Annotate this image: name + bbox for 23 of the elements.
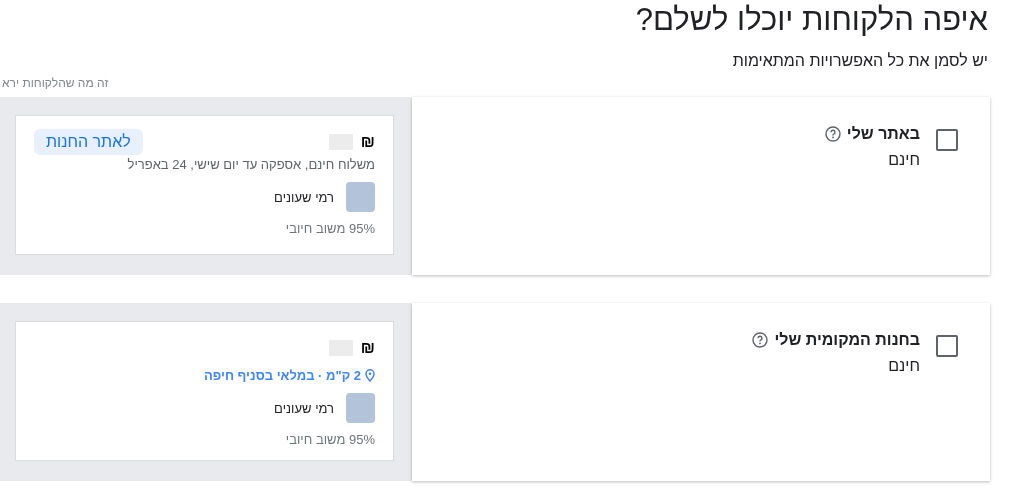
seller-rating: 95% משוב חיובי	[284, 432, 375, 447]
help-icon[interactable]	[752, 332, 769, 348]
seller-logo	[346, 393, 375, 423]
currency-symbol: ₪	[360, 339, 375, 357]
seller-name: רמי שעונים	[274, 400, 334, 416]
seller-logo	[346, 182, 375, 212]
preview-caption: זה מה שהלקוחות ירא	[2, 76, 109, 92]
help-icon[interactable]	[824, 126, 841, 142]
checkbox[interactable]	[936, 335, 958, 357]
currency-symbol: ₪	[360, 133, 375, 151]
seller-rating: 95% משוב חיובי	[284, 221, 375, 236]
store-location-text: 2 ק"מ · במלאי בסניף חיפה	[203, 368, 361, 383]
option-label: בחנות המקומית שלי	[774, 331, 920, 349]
location-pin-icon	[365, 369, 375, 382]
page-title: איפה הלקוחות יוכלו לשלם?	[634, 1, 988, 39]
option-price: חינם	[887, 357, 920, 375]
shipping-text: משלוח חינם, אספקה עד יום שישי, 24 באפריל	[126, 157, 375, 172]
instruction-text: יש לסמן את כל האפשרויות המתאימות	[731, 52, 988, 70]
option-price: חינם	[887, 151, 920, 169]
store-site-button[interactable]: לאתר החנות	[34, 129, 143, 155]
checkbox[interactable]	[936, 129, 958, 151]
option-label: באתר שלי	[846, 125, 920, 143]
seller-name: רמי שעונים	[274, 189, 334, 205]
